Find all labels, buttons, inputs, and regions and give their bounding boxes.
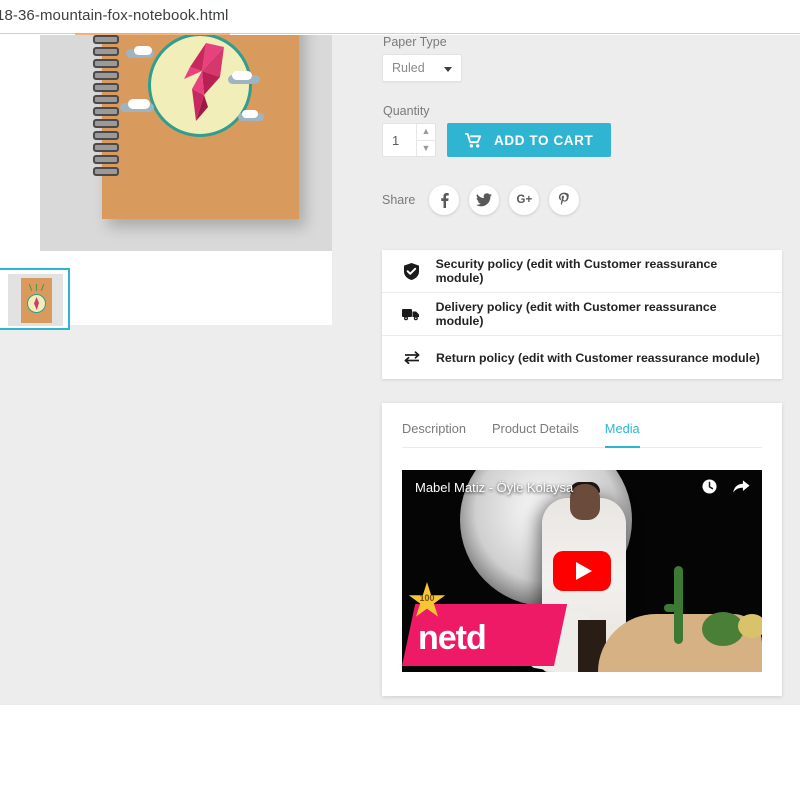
reassurance-text-delivery: Delivery policy (edit with Customer reas…	[435, 300, 717, 328]
quantity-increment-button[interactable]: ▲	[417, 124, 435, 141]
video-title: Mabel Matiz - Öyle Kolaysa	[415, 480, 574, 495]
paper-type-label: Paper Type	[383, 35, 447, 49]
quantity-decrement-button[interactable]: ▼	[417, 141, 435, 157]
pinterest-icon	[559, 192, 570, 206]
video-badge-text: 100	[419, 593, 435, 603]
shield-check-icon	[402, 262, 422, 280]
reassurance-text-security: Security policy (edit with Customer reas…	[435, 257, 718, 285]
browser-url-bar[interactable]: 18-36-mountain-fox-notebook.html	[0, 0, 800, 34]
product-options-panel: Paper Type Ruled Quantity 1 ▲ ▼ ADD TO C…	[382, 35, 784, 696]
notebook-cover-image	[93, 35, 299, 219]
youtube-play-button[interactable]	[553, 551, 611, 591]
page-viewport: Paper Type Ruled Quantity 1 ▲ ▼ ADD TO C…	[0, 35, 800, 705]
return-arrows-icon	[402, 351, 422, 364]
cloud-2b	[128, 99, 150, 109]
reassurance-row-delivery[interactable]: Delivery policy (edit with Customer reas…	[382, 293, 782, 336]
share-twitter-button[interactable]	[469, 185, 500, 215]
netd-watermark-text: netd	[418, 619, 487, 657]
paper-type-value: Ruled	[392, 61, 425, 75]
cloud-4b	[242, 110, 258, 118]
share-arrow-icon[interactable]	[733, 479, 750, 499]
screenshot-root: 18-36-mountain-fox-notebook.html Paper T…	[0, 0, 800, 800]
tab-description[interactable]: Description	[402, 421, 466, 448]
quantity-stepper[interactable]: 1 ▲ ▼	[382, 123, 436, 157]
quantity-label: Quantity	[383, 104, 430, 118]
video-person-head	[570, 484, 600, 520]
product-thumbnail-1[interactable]	[0, 268, 70, 330]
share-label: Share	[382, 193, 416, 207]
shopping-cart-icon	[465, 132, 482, 148]
cactus-arm	[664, 604, 676, 612]
quantity-buttons: ▲ ▼	[416, 124, 435, 156]
url-text[interactable]: 18-36-mountain-fox-notebook.html	[0, 7, 229, 24]
video-top-icons	[702, 479, 750, 499]
product-tabs-nav: Description Product Details Media	[402, 421, 762, 448]
clock-icon[interactable]	[702, 479, 717, 499]
product-tabs-card: Description Product Details Media Mabel …	[382, 403, 782, 696]
quantity-value[interactable]: 1	[392, 133, 399, 148]
quantity-row: 1 ▲ ▼ ADD TO CART	[382, 123, 784, 157]
reassurance-row-security[interactable]: Security policy (edit with Customer reas…	[382, 250, 782, 293]
chevron-down-icon	[444, 67, 452, 72]
thumbnail-notebook	[21, 278, 52, 323]
add-to-cart-label: ADD TO CART	[494, 132, 594, 148]
youtube-play-icon	[576, 562, 592, 580]
product-main-image[interactable]	[40, 35, 332, 251]
googleplus-icon: G+	[516, 194, 533, 206]
add-to-cart-button[interactable]: ADD TO CART	[447, 123, 612, 157]
cactus-ball-2	[738, 614, 762, 638]
reassurance-text-return: Return policy (edit with Customer reassu…	[436, 350, 760, 365]
cloud-1b	[134, 46, 152, 55]
reassurance-row-return[interactable]: Return policy (edit with Customer reassu…	[382, 336, 782, 379]
facebook-icon	[441, 193, 449, 208]
twitter-icon	[476, 193, 493, 207]
share-facebook-button[interactable]	[429, 185, 460, 215]
spiral-binding	[93, 35, 119, 219]
thumbnail-image	[8, 274, 63, 326]
tab-media[interactable]: Media	[604, 421, 640, 448]
tab-product-details[interactable]: Product Details	[492, 421, 579, 448]
paper-type-select[interactable]: Ruled	[382, 54, 462, 82]
delivery-truck-icon	[402, 307, 422, 321]
share-pinterest-button[interactable]	[549, 185, 580, 215]
share-row: Share G+	[382, 185, 784, 215]
reassurance-block: Security policy (edit with Customer reas…	[382, 250, 782, 379]
youtube-video-embed[interactable]: Mabel Matiz - Öyle Kolaysa netd 100	[402, 470, 762, 672]
cloud-3b	[232, 71, 252, 80]
share-googleplus-button[interactable]: G+	[509, 185, 540, 215]
